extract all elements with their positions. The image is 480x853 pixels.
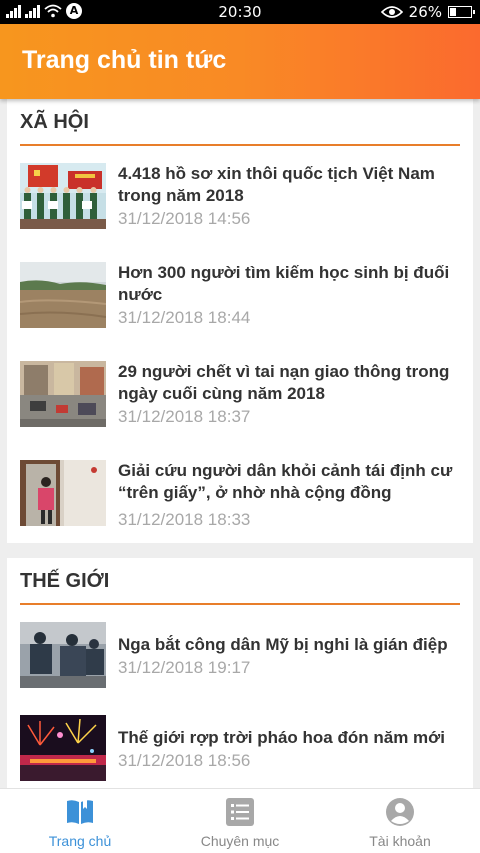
article-item[interactable]: Giải cứu người dân khỏi cảnh tái định cư…: [20, 460, 460, 529]
nav-categories-label: Chuyên mục: [200, 833, 280, 849]
nav-account-label: Tài khoản: [369, 833, 431, 849]
article-title: Giải cứu người dân khỏi cảnh tái định cư…: [118, 461, 453, 502]
account-icon: [386, 798, 414, 826]
article-thumbnail: [20, 262, 106, 328]
article-item[interactable]: 4.418 hồ sơ xin thôi quốc tịch Việt Nam …: [20, 163, 460, 231]
page-title: Trang chủ tin tức: [22, 46, 227, 74]
section-card-xa-hoi: XÃ HỘI 4.418 hồ sơ xin thôi quốc tịch Vi…: [7, 99, 473, 543]
article-item[interactable]: Nga bắt công dân Mỹ bị nghi là gián điệp…: [20, 622, 460, 690]
article-thumbnail: [20, 715, 106, 781]
status-icons-right: 26%: [380, 3, 475, 21]
article-item[interactable]: Thế giới rợp trời pháo hoa đón năm mới 3…: [20, 715, 460, 783]
article-thumbnail: [20, 361, 106, 427]
article-date: 31/12/2018 18:44: [118, 308, 251, 327]
list-icon: [226, 798, 254, 826]
article-date: 31/12/2018 19:17: [118, 658, 251, 677]
article-date: 31/12/2018 18:33: [118, 510, 251, 529]
article-title: 4.418 hồ sơ xin thôi quốc tịch Việt Nam …: [118, 164, 435, 205]
nav-home-label: Trang chủ: [48, 833, 112, 849]
eye-icon: [380, 6, 403, 18]
article-thumbnail: [20, 622, 106, 688]
section-divider: [20, 144, 460, 146]
nav-account[interactable]: Tài khoản: [320, 789, 480, 853]
article-date: 31/12/2018 18:37: [118, 407, 251, 426]
bottom-navigation: Trang chủ Chuyên mục Tài khoản: [0, 788, 480, 853]
section-divider: [20, 603, 460, 605]
battery-percent: 26%: [408, 3, 442, 21]
article-item[interactable]: 29 người chết vì tai nạn giao thông tron…: [20, 361, 460, 429]
article-title: 29 người chết vì tai nạn giao thông tron…: [118, 362, 450, 403]
battery-icon: [448, 6, 475, 18]
status-bar: A 20:30 26%: [0, 0, 480, 24]
article-thumbnail: [20, 163, 106, 229]
nav-categories[interactable]: Chuyên mục: [160, 789, 320, 853]
book-icon: [67, 799, 93, 824]
app-bar: Trang chủ tin tức: [0, 24, 480, 99]
section-title[interactable]: THẾ GIỚI: [20, 570, 109, 593]
article-title: Nga bắt công dân Mỹ bị nghi là gián điệp: [118, 635, 448, 654]
article-title: Thế giới rợp trời pháo hoa đón năm mới: [118, 728, 445, 747]
article-date: 31/12/2018 14:56: [118, 209, 251, 228]
article-title: Hơn 300 người tìm kiếm học sinh bị đuối …: [118, 263, 450, 304]
article-item[interactable]: Hơn 300 người tìm kiếm học sinh bị đuối …: [20, 262, 460, 330]
article-date: 31/12/2018 18:56: [118, 751, 251, 770]
news-feed[interactable]: XÃ HỘI 4.418 hồ sơ xin thôi quốc tịch Vi…: [0, 99, 480, 788]
article-thumbnail: [20, 460, 106, 526]
section-title[interactable]: XÃ HỘI: [20, 111, 89, 134]
section-card-the-gioi: THẾ GIỚI Nga bắt công dân Mỹ bị nghi là …: [7, 558, 473, 788]
nav-home[interactable]: Trang chủ: [0, 789, 160, 853]
